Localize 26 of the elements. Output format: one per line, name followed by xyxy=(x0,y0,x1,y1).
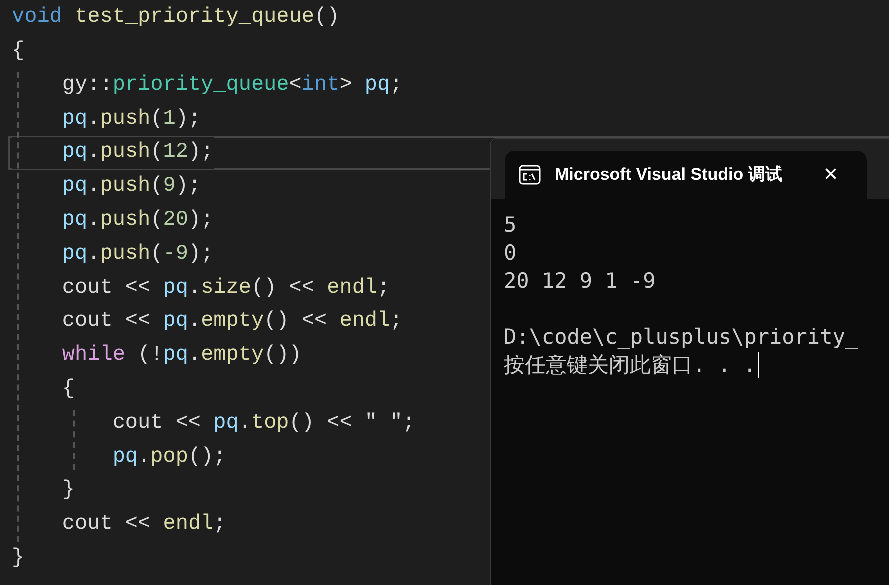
code-line: { xyxy=(12,38,25,65)
code-line: cout << endl; xyxy=(61,512,226,538)
code-line: cout << pq.top() << ″ ″; xyxy=(112,410,416,437)
code-line: pq.push(20); xyxy=(61,208,214,234)
console-output-line: 0 xyxy=(504,240,517,267)
tab-title: Microsoft Visual Studio 调试 xyxy=(555,164,784,186)
text-cursor-icon xyxy=(758,352,760,378)
code-line: cout << pq.size() << endl; xyxy=(61,276,390,302)
console-tab[interactable]: Microsoft Visual Studio 调试 × xyxy=(505,151,867,199)
code-line: cout << pq.empty() << endl; xyxy=(61,309,403,336)
code-line: { xyxy=(61,376,76,403)
console-output-line: 按任意键关闭此窗口. . . xyxy=(504,352,756,379)
code-line: } xyxy=(12,546,25,572)
code-line: while (!pq.empty()) xyxy=(61,343,302,370)
code-line: void test_priority_queue() xyxy=(12,5,340,32)
code-line: pq.push(-9); xyxy=(61,242,214,268)
code-line: } xyxy=(61,478,76,504)
code-line: pq.pop(); xyxy=(112,444,226,471)
console-output-line: D:\code\c_plusplus\priority_ xyxy=(504,324,858,351)
close-button[interactable]: × xyxy=(819,163,843,187)
console-output-line: 5 xyxy=(504,212,517,239)
terminal-icon xyxy=(519,165,541,185)
console-output-line: 20 12 9 1 -9 xyxy=(504,268,656,295)
code-line: pq.push(1); xyxy=(61,106,202,133)
code-line: pq.push(9); xyxy=(61,174,202,200)
code-line: gy::priority_queue<int> pq; xyxy=(61,72,403,99)
